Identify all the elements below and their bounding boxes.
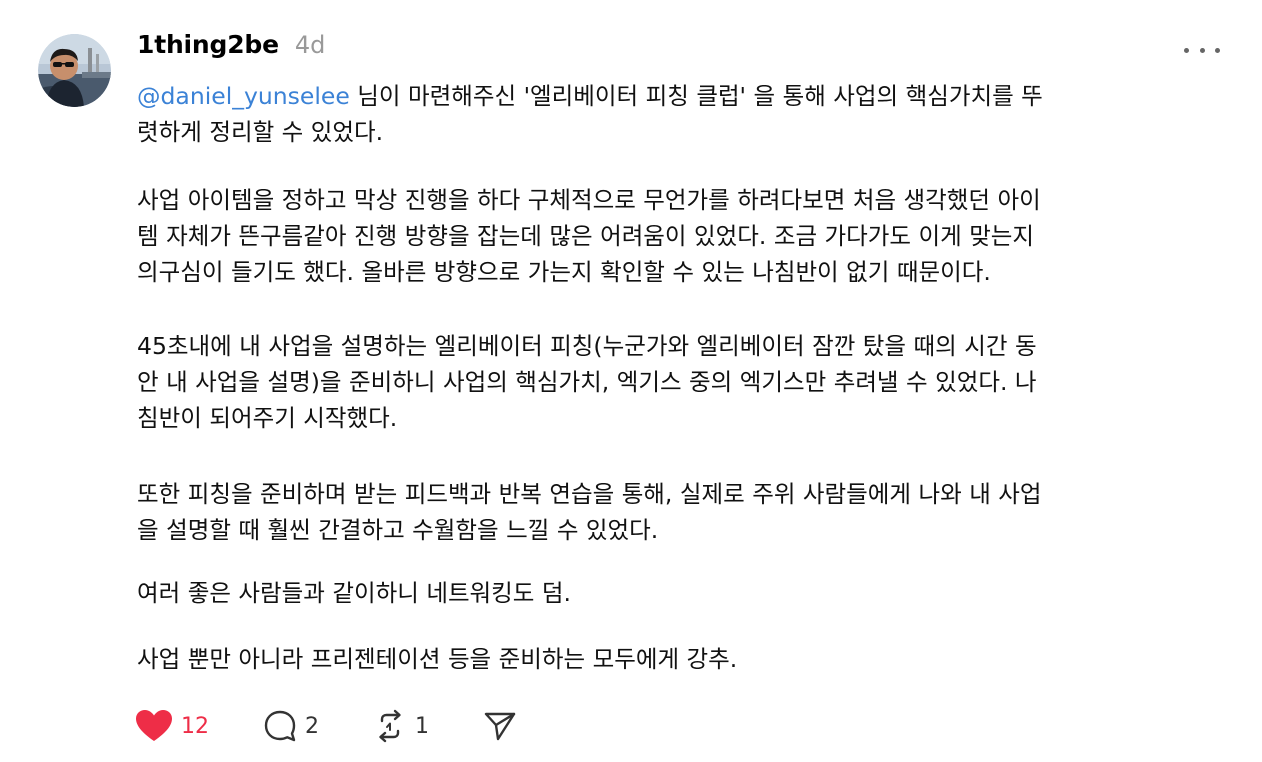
paragraph-3: 45초내에 내 사업을 설명하는 엘리베이터 피칭(누군가와 엘리베이터 잠깐 … xyxy=(137,332,1037,432)
post-header: 1thing2be 4d xyxy=(137,30,325,66)
avatar[interactable] xyxy=(38,34,111,107)
paragraph-1-line-2: 렷하게 정리할 수 있었다. xyxy=(137,118,384,146)
heart-icon xyxy=(136,710,172,741)
mention-link[interactable]: @daniel_yunselee xyxy=(137,82,350,110)
reply-count: 2 xyxy=(305,713,319,739)
paragraph-1-text: 님이 마련해주신 '엘리베이터 피칭 클럽' 을 통해 사업의 핵심가치를 뚜 xyxy=(349,82,1043,110)
like-count: 12 xyxy=(181,713,209,739)
paragraph-4: 또한 피칭을 준비하며 받는 피드백과 반복 연습을 통해, 실제로 주위 사람… xyxy=(137,480,1042,544)
paragraph-5: 여러 좋은 사람들과 같이하니 네트워킹도 덤. xyxy=(137,579,571,607)
thread-post: 1thing2be 4d @daniel_yunselee 님이 마련해주신 '… xyxy=(0,0,1262,762)
share-button[interactable] xyxy=(483,709,523,743)
comment-icon xyxy=(264,710,296,742)
post-body: @daniel_yunselee 님이 마련해주신 '엘리베이터 피칭 클럽' … xyxy=(137,78,1217,673)
reply-button[interactable]: 2 xyxy=(263,709,373,743)
send-icon xyxy=(484,712,516,741)
avatar-photo xyxy=(38,34,111,107)
repost-button[interactable]: 1 xyxy=(373,709,483,743)
repost-count: 1 xyxy=(415,713,429,739)
username[interactable]: 1thing2be xyxy=(137,30,279,59)
paragraph-6: 사업 뿐만 아니라 프리젠테이션 등을 준비하는 모두에게 강추. xyxy=(137,645,738,673)
like-button[interactable]: 12 xyxy=(135,709,235,743)
timestamp[interactable]: 4d xyxy=(295,31,326,59)
paragraph-1: @daniel_yunselee 님이 마련해주신 '엘리베이터 피칭 클럽' … xyxy=(137,78,1217,150)
more-options-icon[interactable] xyxy=(1184,40,1220,60)
paragraph-2: 사업 아이템을 정하고 막상 진행을 하다 구체적으로 무언가를 하려다보면 처… xyxy=(137,186,1041,286)
repost-icon xyxy=(379,709,401,743)
action-bar: 12 2 1 xyxy=(135,706,523,746)
